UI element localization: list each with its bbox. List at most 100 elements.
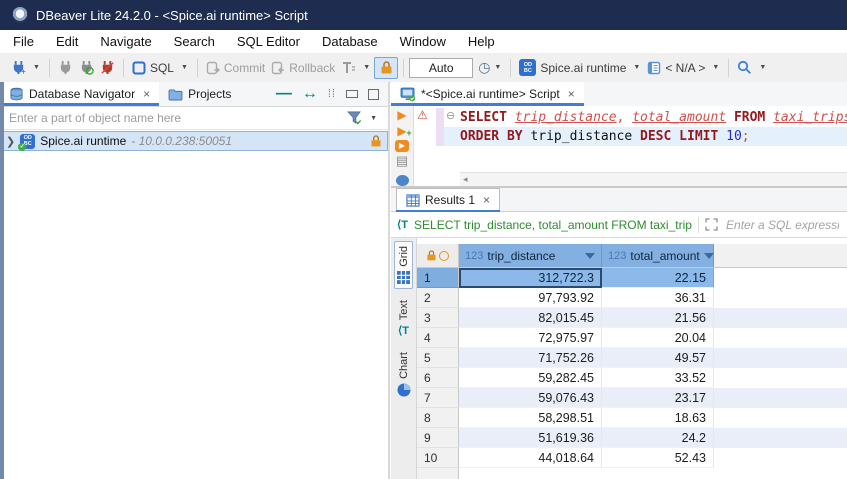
- cell-total-amount[interactable]: 22.15: [602, 268, 714, 288]
- row-header-9[interactable]: 9: [417, 428, 459, 448]
- expand-chevron-icon[interactable]: ❯: [6, 135, 15, 148]
- reconnect-button[interactable]: [76, 58, 97, 77]
- close-database-navigator-icon[interactable]: ×: [143, 88, 150, 100]
- menu-item-search[interactable]: Search: [174, 34, 215, 49]
- minimize-panel-icon[interactable]: [346, 90, 358, 98]
- tab-database-navigator[interactable]: Database Navigator ×: [0, 82, 159, 106]
- transaction-log-dropdown[interactable]: ▼: [490, 64, 505, 71]
- close-script-tab-icon[interactable]: ×: [568, 88, 575, 100]
- cell-trip-distance[interactable]: 97,793.92: [459, 288, 602, 308]
- table-row-2[interactable]: 297,793.9236.31: [417, 288, 847, 308]
- cell-total-amount[interactable]: 18.63: [602, 408, 714, 428]
- table-row-8[interactable]: 858,298.5118.63: [417, 408, 847, 428]
- disconnect-button[interactable]: [97, 58, 118, 77]
- menu-item-file[interactable]: File: [13, 34, 34, 49]
- rollback-button[interactable]: Rollback: [268, 59, 338, 77]
- execute-new-tab-icon[interactable]: ▶+: [397, 124, 406, 138]
- code-line-2[interactable]: ORDER BY trip_distance DESC LIMIT 10;: [444, 127, 847, 146]
- table-row-4[interactable]: 472,975.9720.04: [417, 328, 847, 348]
- tab-projects[interactable]: Projects: [159, 82, 240, 106]
- table-row-1[interactable]: 1312,722.322.15: [417, 268, 847, 288]
- sql-expression-input[interactable]: [724, 217, 841, 233]
- transaction-mode-button[interactable]: [338, 59, 359, 77]
- cell-total-amount[interactable]: 52.43: [602, 448, 714, 468]
- row-header-5[interactable]: 5: [417, 348, 459, 368]
- new-connection-button[interactable]: +: [8, 58, 29, 77]
- column-header-total-amount[interactable]: 123 total_amount: [602, 244, 714, 267]
- table-row-3[interactable]: 382,015.4521.56: [417, 308, 847, 328]
- cell-total-amount[interactable]: 23.17: [602, 388, 714, 408]
- side-tab-chart[interactable]: Chart: [395, 348, 413, 401]
- tab-sql-script[interactable]: *<Spice.ai runtime> Script ×: [391, 82, 584, 106]
- active-schema-button[interactable]: < N/A >: [644, 59, 708, 77]
- cell-total-amount[interactable]: 20.04: [602, 328, 714, 348]
- cell-trip-distance[interactable]: 59,076.43: [459, 388, 602, 408]
- close-results-tab-icon[interactable]: ×: [483, 194, 490, 206]
- cell-trip-distance[interactable]: 82,015.45: [459, 308, 602, 328]
- tab-results-1[interactable]: Results 1 ×: [396, 188, 500, 211]
- active-connection-button[interactable]: ODBC Spice.ai runtime: [516, 57, 629, 78]
- cell-trip-distance[interactable]: 312,722.3: [459, 268, 602, 288]
- row-header-6[interactable]: 6: [417, 368, 459, 388]
- commit-mode-combo[interactable]: Auto: [409, 58, 473, 78]
- maximize-panel-icon[interactable]: [368, 89, 379, 100]
- execute-script-icon[interactable]: ▶: [395, 140, 409, 152]
- sql-editor-dropdown[interactable]: ▼: [177, 64, 192, 71]
- cell-trip-distance[interactable]: 72,975.97: [459, 328, 602, 348]
- view-menu-dots-icon[interactable]: ⁞⁞: [328, 88, 336, 100]
- table-row-5[interactable]: 571,752.2649.57: [417, 348, 847, 368]
- commit-button[interactable]: Commit: [203, 59, 268, 77]
- menu-item-sql-editor[interactable]: SQL Editor: [237, 34, 300, 49]
- explain-plan-icon[interactable]: ▤: [396, 154, 408, 167]
- scroll-left-arrow-icon[interactable]: ◂: [463, 174, 468, 185]
- transaction-dropdown[interactable]: ▼: [359, 64, 374, 71]
- minimize-view-icon[interactable]: —: [276, 85, 292, 103]
- transaction-log-icon[interactable]: ◷: [478, 59, 490, 76]
- table-row-6[interactable]: 659,282.4533.52: [417, 368, 847, 388]
- side-tab-text[interactable]: Text ⟨T: [396, 296, 412, 341]
- active-connection-dropdown[interactable]: ▼: [629, 64, 644, 71]
- connect-button[interactable]: [55, 58, 76, 77]
- search-button[interactable]: [734, 58, 755, 77]
- code-lines[interactable]: SELECT trip_distance, total_amount FROM …: [460, 106, 847, 172]
- side-tab-grid[interactable]: Grid: [394, 241, 413, 289]
- menu-item-navigate[interactable]: Navigate: [100, 34, 151, 49]
- tree-item-connection[interactable]: ❯ ODBC✓ Spice.ai runtime - 10.0.0.238:50…: [0, 131, 388, 151]
- cell-trip-distance[interactable]: 58,298.51: [459, 408, 602, 428]
- row-header-4[interactable]: 4: [417, 328, 459, 348]
- table-row-10[interactable]: 1044,018.6452.43: [417, 448, 847, 468]
- sql-editor-button[interactable]: SQL: [129, 59, 177, 77]
- menu-item-help[interactable]: Help: [468, 34, 495, 49]
- search-dropdown[interactable]: ▼: [755, 64, 770, 71]
- menu-item-window[interactable]: Window: [400, 34, 446, 49]
- connection-lock-button[interactable]: [374, 57, 398, 79]
- row-header-1[interactable]: 1: [417, 268, 459, 288]
- statistics-icon[interactable]: [396, 175, 409, 186]
- cell-total-amount[interactable]: 33.52: [602, 368, 714, 388]
- new-connection-dropdown[interactable]: ▼: [29, 64, 44, 71]
- code-line-1[interactable]: SELECT trip_distance, total_amount FROM …: [460, 108, 847, 127]
- row-header-7[interactable]: 7: [417, 388, 459, 408]
- sort-arrow-icon[interactable]: [704, 253, 714, 259]
- link-editor-icon[interactable]: ↔: [302, 85, 318, 103]
- row-header-8[interactable]: 8: [417, 408, 459, 428]
- object-filter-input[interactable]: [7, 110, 343, 126]
- cell-trip-distance[interactable]: 71,752.26: [459, 348, 602, 368]
- filter-dropdown[interactable]: ▼: [366, 115, 381, 122]
- cell-trip-distance[interactable]: 44,018.64: [459, 448, 602, 468]
- sort-arrow-icon[interactable]: [585, 253, 595, 259]
- expand-panel-icon[interactable]: [705, 218, 718, 231]
- execute-statement-icon[interactable]: ▶: [397, 108, 406, 122]
- cell-trip-distance[interactable]: 51,619.36: [459, 428, 602, 448]
- menu-item-edit[interactable]: Edit: [56, 34, 78, 49]
- column-header-trip-distance[interactable]: 123 trip_distance: [459, 244, 602, 267]
- cell-trip-distance[interactable]: 59,282.45: [459, 368, 602, 388]
- cell-total-amount[interactable]: 24.2: [602, 428, 714, 448]
- active-schema-dropdown[interactable]: ▼: [708, 64, 723, 71]
- grid-corner-cell[interactable]: [417, 244, 459, 267]
- menu-item-database[interactable]: Database: [322, 34, 378, 49]
- cell-total-amount[interactable]: 49.57: [602, 348, 714, 368]
- cell-total-amount[interactable]: 21.56: [602, 308, 714, 328]
- table-row-7[interactable]: 759,076.4323.17: [417, 388, 847, 408]
- row-header-3[interactable]: 3: [417, 308, 459, 328]
